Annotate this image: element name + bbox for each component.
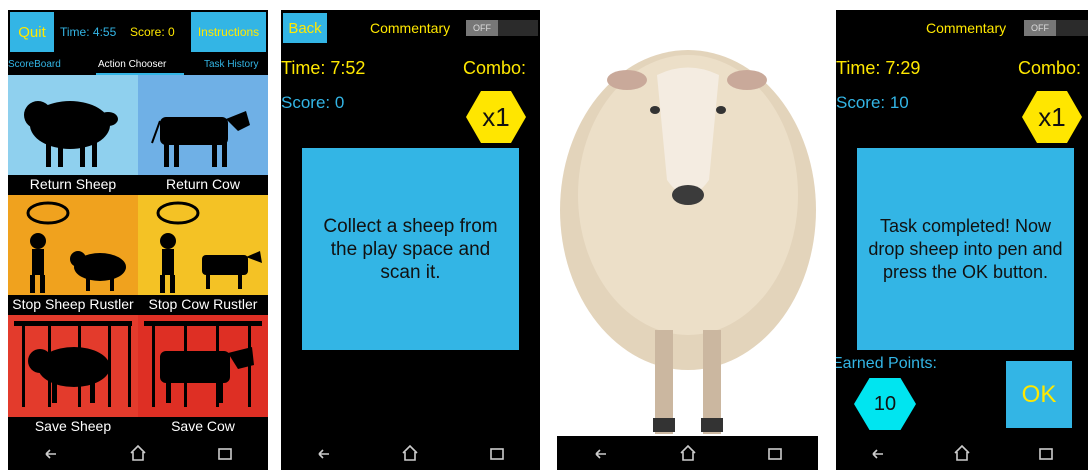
stop-cow-rustler-tile[interactable]: Stop Cow Rustler (138, 195, 268, 313)
task-screen: Back Commentary OFF Time: 7:52 Combo: Sc… (281, 10, 540, 470)
home-nav-icon[interactable] (677, 442, 699, 464)
nav-bar (8, 436, 268, 470)
sheep-photo-icon (560, 50, 816, 434)
instructions-button[interactable]: Instructions (191, 12, 266, 52)
tile-label: Return Sheep (8, 175, 138, 193)
caged-sheep-icon (14, 321, 132, 407)
tab-bar: ScoreBoard Action Chooser Task History (8, 56, 268, 74)
tile-label: Save Sheep (8, 417, 138, 435)
combo-multiplier-badge: x1 (1022, 91, 1082, 143)
task-message-box: Task completed! Now drop sheep into pen … (857, 148, 1074, 350)
nav-bar (836, 436, 1088, 470)
home-nav-icon[interactable] (951, 442, 973, 464)
toggle-state: OFF (1024, 20, 1056, 36)
quit-button[interactable]: Quit (10, 12, 54, 52)
tile-label: Stop Cow Rustler (138, 295, 268, 313)
rustler-sheep-icon (26, 201, 126, 293)
combo-multiplier-badge: x1 (466, 91, 526, 143)
commentary-toggle[interactable]: OFF (466, 20, 538, 36)
back-button[interactable]: Back (283, 13, 327, 43)
earned-points-badge: 10 (854, 378, 916, 430)
task-message: Collect a sheep from the play space and … (323, 215, 498, 283)
sheep-photo-screen (557, 10, 818, 470)
earned-points-label: Earned Points: (836, 355, 937, 372)
back-nav-icon[interactable] (313, 442, 335, 464)
tile-label: Return Cow (138, 175, 268, 193)
multiplier-value: x1 (482, 101, 510, 132)
back-nav-icon[interactable] (40, 442, 62, 464)
rustler-cow-icon (156, 201, 262, 293)
top-bar: Quit Time: 4:55 Score: 0 Instructions (8, 10, 268, 56)
cow-silhouette-icon (151, 111, 250, 167)
recent-apps-icon[interactable] (1035, 442, 1057, 464)
tab-action-chooser[interactable]: Action Chooser (98, 56, 166, 74)
stop-sheep-rustler-tile[interactable]: Stop Sheep Rustler (8, 195, 138, 313)
return-sheep-tile[interactable]: Return Sheep (8, 75, 138, 193)
recent-apps-icon[interactable] (486, 442, 508, 464)
earned-points-value: 10 (873, 392, 897, 415)
combo-label: Combo: (1018, 58, 1082, 78)
multiplier-value: x1 (1038, 101, 1066, 132)
task-message-box: Collect a sheep from the play space and … (302, 148, 519, 350)
toggle-state: OFF (466, 20, 498, 36)
score-display: Score: 10 (836, 93, 909, 112)
recent-apps-icon[interactable] (764, 442, 786, 464)
sheep-silhouette-icon (24, 101, 118, 167)
ok-button[interactable]: OK (1006, 361, 1072, 428)
home-nav-icon[interactable] (127, 442, 149, 464)
home-nav-icon[interactable] (399, 442, 421, 464)
score-display: Score: 0 (281, 93, 345, 112)
tile-label: Stop Sheep Rustler (8, 295, 138, 313)
nav-bar (281, 436, 540, 470)
action-chooser-screen: Quit Time: 4:55 Score: 0 Instructions Sc… (8, 10, 268, 470)
commentary-label: Commentary (370, 20, 451, 36)
tab-task-history[interactable]: Task History (204, 56, 258, 74)
task-complete-screen: Commentary OFF Time: 7:29 Combo: Score: … (836, 10, 1088, 470)
commentary-toggle[interactable]: OFF (1024, 20, 1088, 36)
save-cow-tile[interactable]: Save Cow (138, 315, 268, 435)
recent-apps-icon[interactable] (214, 442, 236, 464)
return-cow-tile[interactable]: Return Cow (138, 75, 268, 193)
caged-cow-icon (144, 321, 262, 407)
back-nav-icon[interactable] (867, 442, 889, 464)
task-message: Task completed! Now drop sheep into pen … (868, 215, 1063, 282)
save-sheep-tile[interactable]: Save Sheep (8, 315, 138, 435)
time-display: Time: 4:55 (60, 25, 117, 39)
back-nav-icon[interactable] (590, 442, 612, 464)
time-display: Time: 7:52 (281, 58, 366, 78)
time-display: Time: 7:29 (836, 58, 921, 78)
score-display: Score: 0 (130, 25, 175, 39)
combo-label: Combo: (463, 58, 527, 78)
nav-bar (557, 436, 818, 470)
commentary-label: Commentary (926, 20, 1007, 36)
tab-scoreboard[interactable]: ScoreBoard (8, 56, 61, 74)
tile-label: Save Cow (138, 417, 268, 435)
